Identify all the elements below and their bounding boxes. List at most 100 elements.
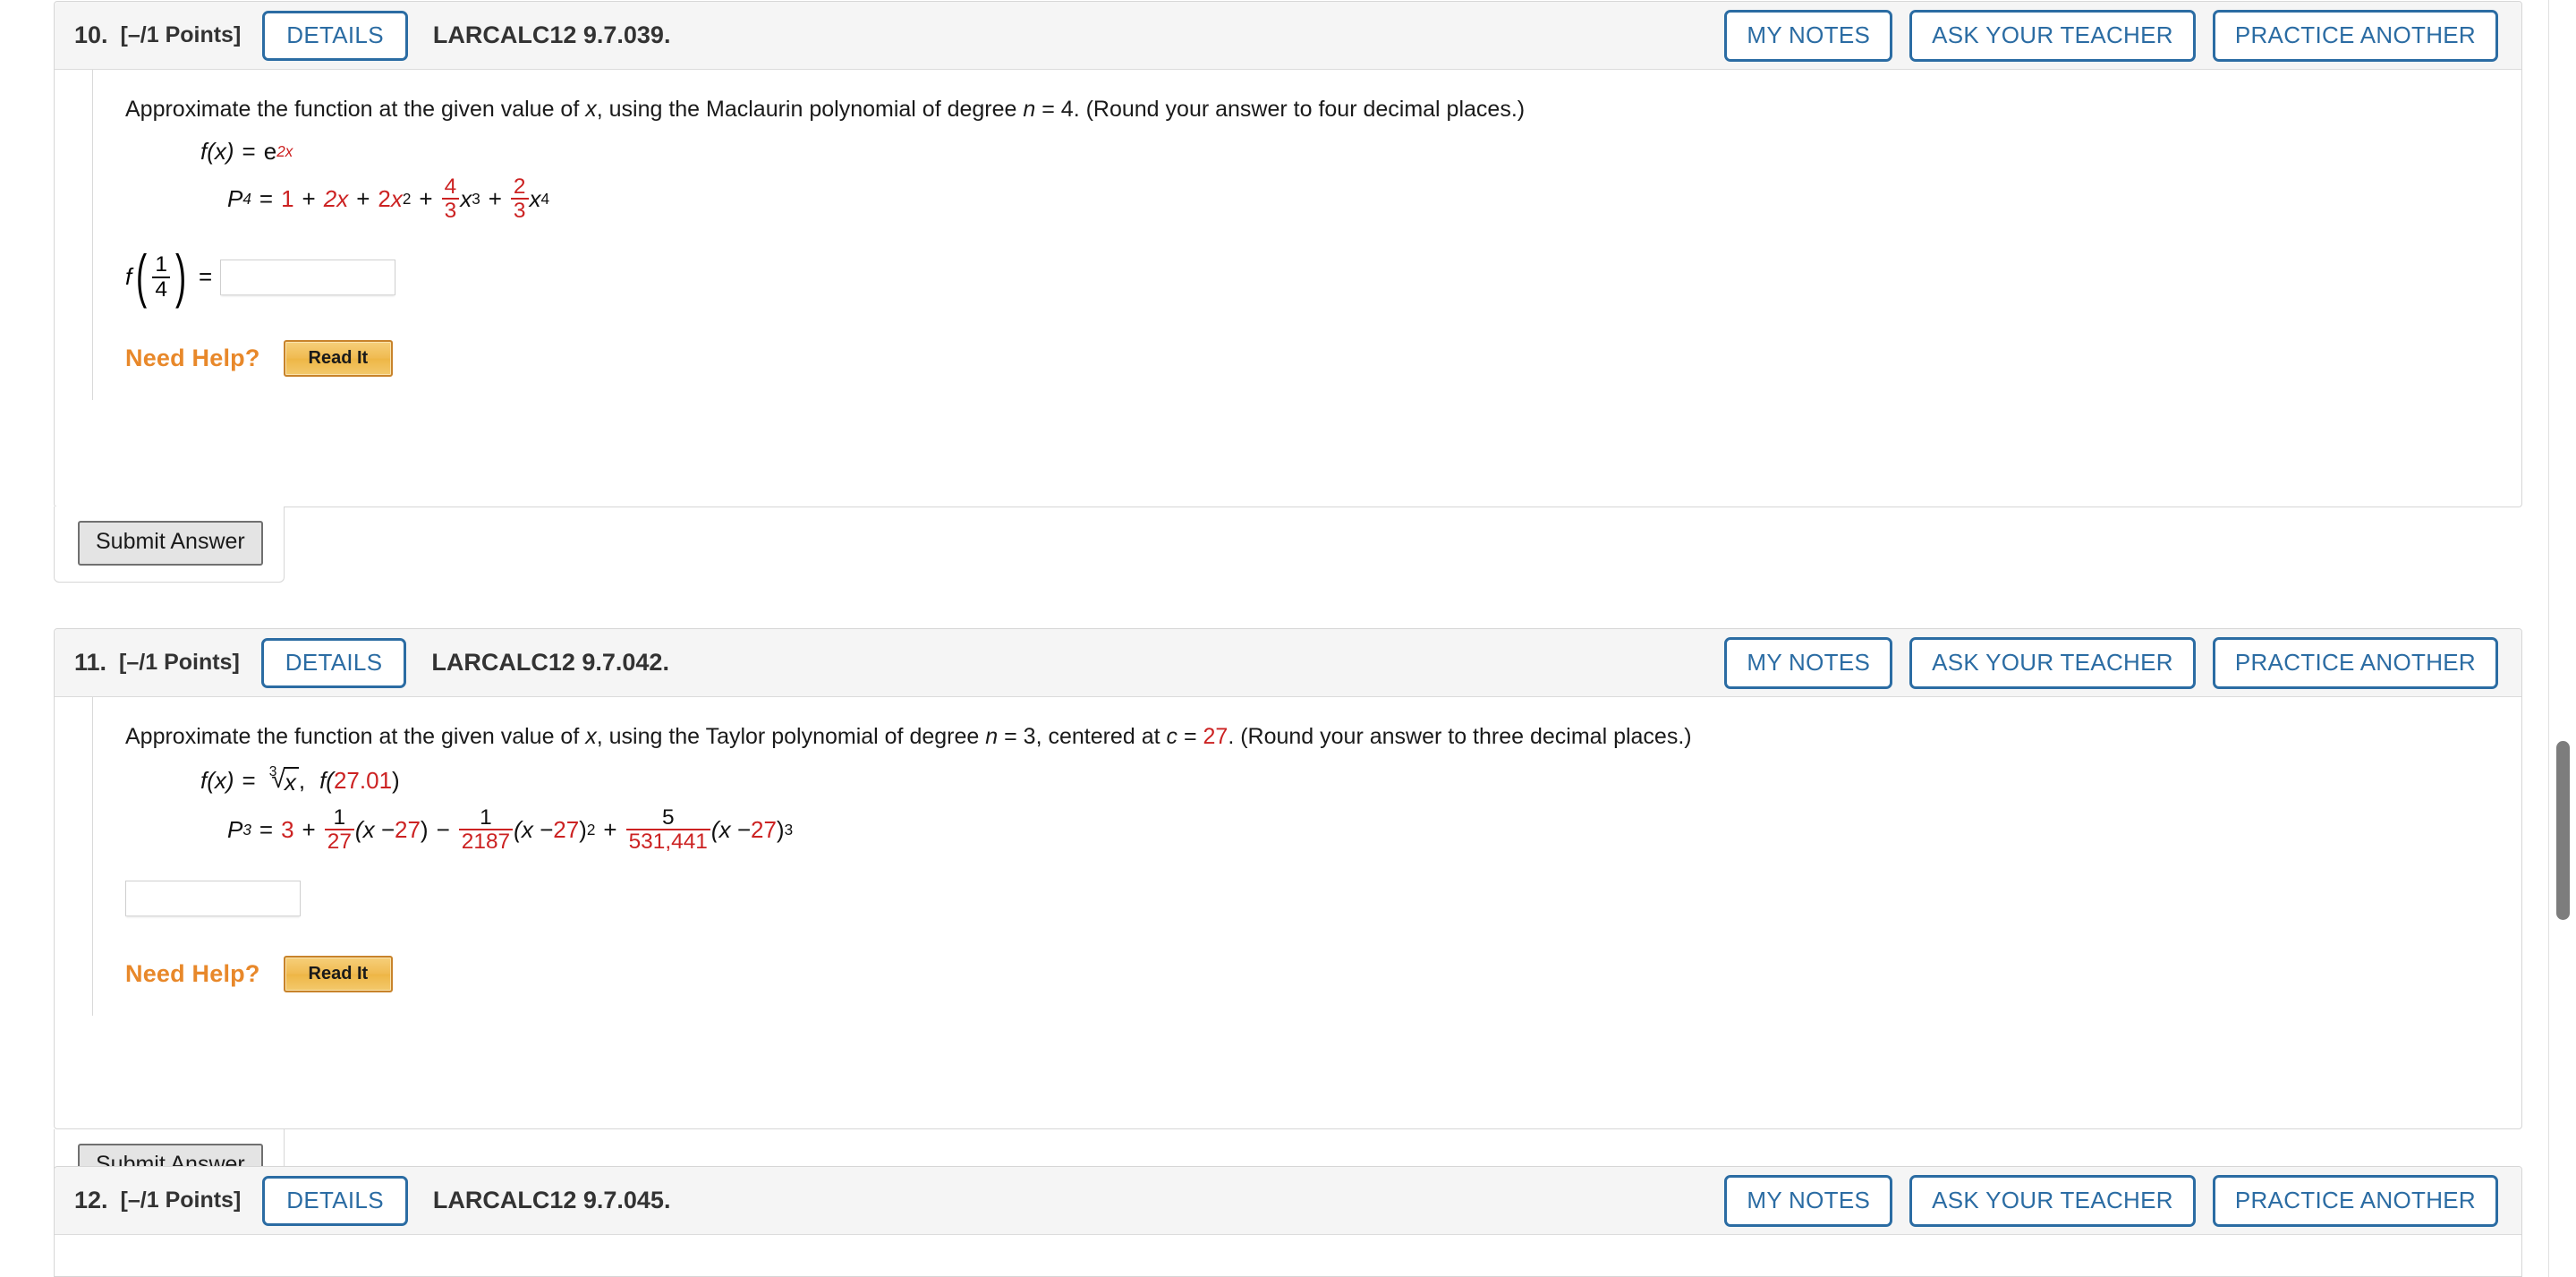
poly-plus-2: + <box>603 816 617 844</box>
prompt-part-2: , using the Taylor polynomial of degree <box>596 724 986 749</box>
poly-label: P <box>227 816 243 844</box>
question-prompt-10: Approximate the function at the given va… <box>125 95 2521 125</box>
poly-term-3-close: ) <box>776 816 785 844</box>
prompt-part-2: , using the Maclaurin polynomial of degr… <box>596 97 1024 122</box>
question-content-10: Approximate the function at the given va… <box>92 70 2521 401</box>
question-block-11: 11. [–/1 Points] DETAILS LARCALC12 9.7.0… <box>54 628 2522 1129</box>
details-button[interactable]: DETAILS <box>262 10 408 61</box>
submit-answer-button[interactable]: Submit Answer <box>78 521 263 566</box>
prompt-part-1: Approximate the function at the given va… <box>125 97 586 122</box>
answer-expression-10: f ( 1 4 ) = <box>125 243 220 311</box>
poly-term-3-open: (x − <box>710 816 751 844</box>
details-button[interactable]: DETAILS <box>260 637 407 688</box>
fx-comma: , <box>298 766 306 794</box>
my-notes-button[interactable]: MY NOTES <box>1724 9 1893 62</box>
fraction-numerator: 1 <box>155 252 167 277</box>
answer-equals: = <box>198 263 213 291</box>
practice-another-button[interactable]: PRACTICE ANOTHER <box>2212 9 2498 62</box>
poly-plus-1: + <box>302 185 316 213</box>
poly-term-0: 1 <box>281 185 294 213</box>
read-it-button[interactable]: Read It <box>283 956 394 993</box>
prompt-degree: 4 <box>1060 97 1074 122</box>
question-body-12 <box>55 1235 2521 1276</box>
need-help-label: Need Help? <box>125 960 260 988</box>
poly-plus-3: + <box>419 185 433 213</box>
my-notes-button[interactable]: MY NOTES <box>1724 636 1893 689</box>
prompt-part-2b: , centered at <box>1035 724 1167 749</box>
fx-equals: = <box>242 766 256 794</box>
need-help-row-11: Need Help? Read It <box>125 956 2521 993</box>
poly-term-1-center: 27 <box>395 816 421 844</box>
math-display-10: f(x) = e 2x P4 = 1 + 2x + 2x2 + 4 3 x 3 … <box>200 140 2521 223</box>
answer-input-11[interactable] <box>125 881 301 917</box>
eval-close: ) <box>392 766 400 794</box>
poly-term-3-var: x <box>460 185 472 213</box>
my-notes-button[interactable]: MY NOTES <box>1724 1174 1893 1227</box>
question-number: 10. <box>74 21 108 48</box>
math-display-11: f(x) = 3 √ x , f(27.01) P 3 = 3 + 1 27 (… <box>200 763 2521 855</box>
poly-term-1-open: (x − <box>354 816 395 844</box>
fraction-numerator: 1 <box>480 805 492 830</box>
poly-term-1-fraction: 1 27 <box>324 806 354 854</box>
left-paren: ( <box>136 243 148 311</box>
details-button[interactable]: DETAILS <box>262 1175 408 1226</box>
question-code: LARCALC12 9.7.039. <box>432 21 671 48</box>
eval-label: f( <box>319 766 334 794</box>
poly-term-1-close: ) <box>420 816 429 844</box>
fraction-denominator: 27 <box>324 829 354 854</box>
question-code: LARCALC12 9.7.045. <box>432 1187 671 1213</box>
poly-term-1: 2x <box>323 185 349 213</box>
question-points: [–/1 Points] <box>120 1188 242 1213</box>
poly-term-3-center: 27 <box>750 816 777 844</box>
ask-your-teacher-button[interactable]: ASK YOUR TEACHER <box>1909 9 2196 62</box>
vertical-scrollbar-thumb[interactable] <box>2556 741 2570 920</box>
fraction-denominator: 531,441 <box>625 829 710 854</box>
question-number: 11. <box>74 649 107 676</box>
practice-another-button[interactable]: PRACTICE ANOTHER <box>2212 1174 2498 1227</box>
poly-term-3-fraction: 5 531,441 <box>625 806 710 854</box>
prompt-part-1: Approximate the function at the given va… <box>125 724 586 749</box>
poly-term-2-var: x <box>390 185 403 213</box>
poly-label: P <box>227 185 243 213</box>
prompt-var-n: n <box>985 724 999 749</box>
prompt-center: 27 <box>1203 724 1228 749</box>
fx-base: e <box>263 137 277 165</box>
poly-term-4-var: x <box>529 185 541 213</box>
poly-plus-2: + <box>356 185 370 213</box>
ask-your-teacher-button[interactable]: ASK YOUR TEACHER <box>1909 1174 2196 1227</box>
question-points: [–/1 Points] <box>119 650 240 675</box>
poly-plus-4: + <box>488 185 502 213</box>
poly-term-2-coef: 2 <box>378 185 391 213</box>
answer-input-10[interactable] <box>220 259 396 295</box>
answer-row-11 <box>125 881 2521 917</box>
math-row-fx-11: f(x) = 3 √ x , f(27.01) <box>200 763 2521 794</box>
question-block-10: 10. [–/1 Points] DETAILS LARCALC12 9.7.0… <box>54 1 2522 507</box>
fx-label: f(x) <box>200 137 234 165</box>
fx-equals: = <box>242 137 256 165</box>
right-paren: ) <box>174 243 187 311</box>
submit-footer-10: Submit Answer <box>54 507 285 583</box>
poly-term-0: 3 <box>281 816 294 844</box>
prompt-degree: 3 <box>1023 724 1036 749</box>
prompt-equals: = <box>998 724 1024 749</box>
fraction-numerator: 2 <box>513 174 526 199</box>
prompt-part-3: . (Round your answer to four decimal pla… <box>1073 97 1526 122</box>
math-row-poly-11: P3 = 3 + 1 27 (x − 27) − 1 2187 (x − 27)… <box>227 805 794 855</box>
root-index: 3 <box>268 763 277 779</box>
answer-argument-fraction: 1 4 <box>152 253 170 301</box>
practice-another-button[interactable]: PRACTICE ANOTHER <box>2212 636 2498 689</box>
poly-equals: = <box>259 816 274 844</box>
math-row-fx-10: f(x) = e 2x <box>200 137 293 165</box>
prompt-var-x: x <box>585 97 597 122</box>
ask-your-teacher-button[interactable]: ASK YOUR TEACHER <box>1909 636 2196 689</box>
poly-term-4-fraction: 2 3 <box>510 174 529 223</box>
question-code: LARCALC12 9.7.042. <box>431 649 669 676</box>
poly-equals: = <box>259 185 274 213</box>
read-it-button[interactable]: Read It <box>283 340 394 378</box>
vertical-scrollbar-track[interactable] <box>2548 0 2576 1277</box>
question-prompt-11: Approximate the function at the given va… <box>125 722 2521 753</box>
assignment-page: 10. [–/1 Points] DETAILS LARCALC12 9.7.0… <box>0 0 2576 1277</box>
fraction-denominator: 4 <box>152 276 170 302</box>
cube-root-icon: 3 √ x <box>264 763 299 794</box>
prompt-equals-2: = <box>1177 724 1203 749</box>
